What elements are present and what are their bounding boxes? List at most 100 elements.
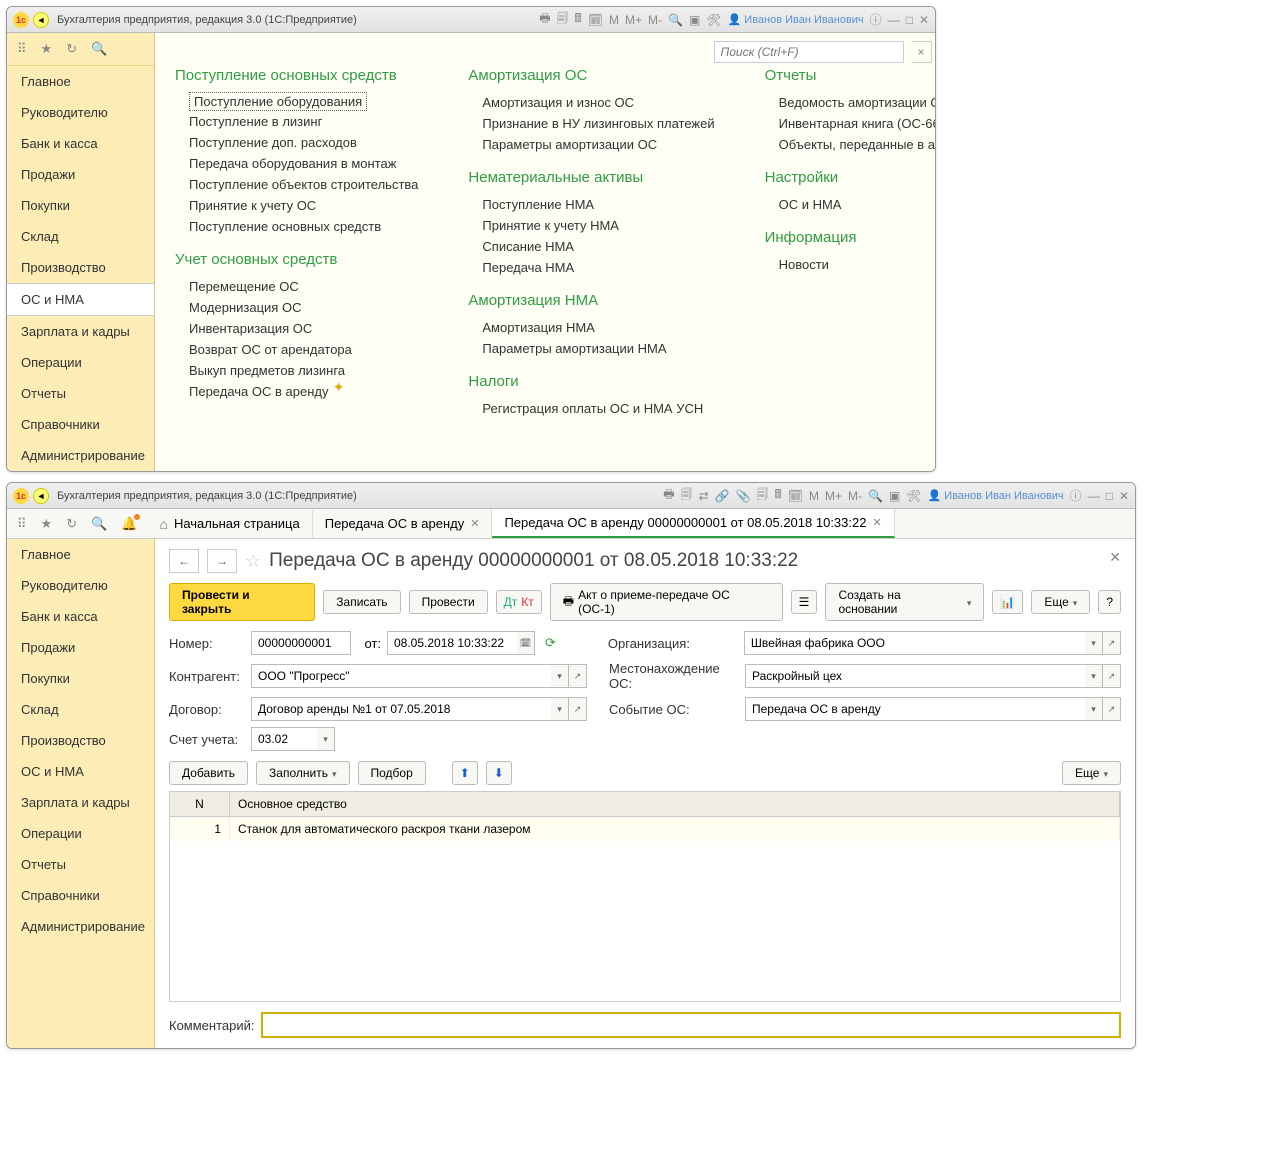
calc-icon[interactable]: 🖩 [575,9,582,30]
move-up-button[interactable]: ⬆ [452,761,478,785]
sidebar-item[interactable]: ОС и НМА [7,283,154,316]
tab-document[interactable]: Передача ОС в аренду 00000000001 от 08.0… [492,509,894,538]
fill-button[interactable]: Заполнить [256,761,349,785]
back-circle-icon[interactable]: ◄ [33,12,49,28]
sidebar-item[interactable]: Операции [7,818,154,849]
m-icon[interactable]: M [809,489,819,503]
menu-item[interactable]: Инвентаризация ОС [175,318,418,339]
clear-search-icon[interactable]: × [912,41,932,63]
menu-item[interactable]: Поступление объектов строительства [175,174,418,195]
section-header[interactable]: Амортизация ОС [468,67,714,84]
sidebar-item[interactable]: Банк и касса [7,128,154,159]
minimize-icon[interactable]: — [1088,489,1100,503]
menu-item[interactable]: Поступление в лизинг [175,111,418,132]
search-input[interactable] [714,41,904,63]
section-header[interactable]: Учет основных средств [175,251,418,268]
menu-item[interactable]: Списание НМА [468,236,714,257]
favorite-star-icon[interactable]: ☆ [245,551,261,572]
post-and-close-button[interactable]: Провести и закрыть [169,583,315,621]
save-icon[interactable]: 🗐 [681,485,693,506]
zoom-icon[interactable]: 🔍 [668,13,683,27]
sidebar-item[interactable]: Справочники [7,409,154,440]
create-based-button[interactable]: Создать на основании [825,583,984,621]
panel-icon[interactable]: ▣ [889,489,900,503]
sidebar-item[interactable]: Отчеты [7,849,154,880]
calendar-icon[interactable]: 🗓 [788,489,803,503]
add-row-button[interactable]: Добавить [169,761,248,785]
sidebar-item[interactable]: Банк и касса [7,601,154,632]
org-input[interactable] [744,631,1085,655]
date-input[interactable] [387,631,517,655]
user-label-2[interactable]: 👤 Иванов Иван Иванович [928,489,1064,502]
sidebar-item[interactable]: Главное [7,539,154,570]
menu-item[interactable]: Выкуп предметов лизинга [175,360,418,381]
account-input[interactable] [251,727,317,751]
menu-item[interactable]: Поступление НМА [468,194,714,215]
sidebar-item[interactable]: Покупки [7,663,154,694]
dropdown-icon[interactable]: ▾ [551,664,569,688]
history-icon[interactable]: ↻ [66,41,77,57]
maximize-icon[interactable]: □ [1106,489,1113,503]
mplus-icon[interactable]: M+ [825,489,842,503]
menu-item[interactable]: Поступление оборудования [189,92,367,111]
location-input[interactable] [745,664,1085,688]
maximize-icon[interactable]: □ [906,13,913,27]
section-header[interactable]: Амортизация НМА [468,292,714,309]
open-ref-icon[interactable]: ↗ [1103,631,1121,655]
menu-item[interactable]: Инвентарная книга (ОС-6б) [765,113,936,134]
sidebar-item[interactable]: Главное [7,66,154,97]
table-empty-area[interactable] [170,841,1120,1001]
menu-item[interactable]: Объекты, переданные в аренду [765,134,936,155]
tab-close-icon[interactable]: ✕ [470,517,479,530]
menu-item[interactable]: ОС и НМА [765,194,936,215]
menu-item[interactable]: Новости [765,254,936,275]
menu-item[interactable]: Параметры амортизации НМА [468,338,714,359]
number-input[interactable] [251,631,351,655]
m-icon[interactable]: M [609,13,619,27]
sidebar-item[interactable]: Продажи [7,159,154,190]
minimize-icon[interactable]: — [888,13,900,27]
tab-list[interactable]: Передача ОС в аренду✕ [313,510,493,537]
move-down-button[interactable]: ⬇ [486,761,512,785]
sidebar-item[interactable]: Склад [7,694,154,725]
save-icon[interactable]: 🗐 [557,9,569,30]
menu-item[interactable]: Ведомость амортизации ОС [765,92,936,113]
star-icon[interactable]: ★ [41,41,53,57]
apps-icon[interactable]: ⠿ [17,516,27,532]
pick-button[interactable]: Подбор [358,761,426,785]
menu-item[interactable]: Принятие к учету НМА [468,215,714,236]
sidebar-item[interactable]: Склад [7,221,154,252]
link-icon[interactable]: 🔗 [715,489,730,503]
search-icon[interactable]: 🔍 [91,516,107,532]
structure-button[interactable]: ☰ [791,590,818,614]
zoom-icon[interactable]: 🔍 [868,489,883,503]
menu-item[interactable]: Амортизация и износ ОС [468,92,714,113]
sidebar-item[interactable]: Зарплата и кадры [7,787,154,818]
menu-item[interactable]: Модернизация ОС [175,297,418,318]
help-button[interactable]: ? [1098,590,1121,614]
menu-item[interactable]: Параметры амортизации ОС [468,134,714,155]
section-header[interactable]: Нематериальные активы [468,169,714,186]
open-ref-icon[interactable]: ↗ [1103,697,1121,721]
copy-icon[interactable]: 🗐 [757,485,769,506]
mplus-icon[interactable]: M+ [625,13,642,27]
dropdown-icon[interactable]: ▾ [1085,697,1103,721]
info-icon[interactable]: ⓘ [1070,487,1082,504]
sidebar-item[interactable]: Руководителю [7,570,154,601]
post-button[interactable]: Провести [409,590,488,614]
open-ref-icon[interactable]: ↗ [569,664,587,688]
history-icon[interactable]: ↻ [66,516,77,532]
tab-home[interactable]: Начальная страница [147,510,312,538]
close-page-icon[interactable]: ✕ [1109,549,1121,566]
calendar-icon[interactable]: 🗓 [588,13,603,27]
close-icon[interactable]: ✕ [919,13,929,27]
sidebar-item[interactable]: Покупки [7,190,154,221]
section-header[interactable]: Настройки [765,169,936,186]
menu-item[interactable]: Признание в НУ лизинговых платежей [468,113,714,134]
close-icon[interactable]: ✕ [1119,489,1129,503]
nav-back-button[interactable]: ← [169,549,199,573]
clip-icon[interactable]: 📎 [736,489,751,503]
panel-icon[interactable]: ▣ [689,13,700,27]
contract-input[interactable] [251,697,551,721]
sidebar-item[interactable]: Отчеты [7,378,154,409]
